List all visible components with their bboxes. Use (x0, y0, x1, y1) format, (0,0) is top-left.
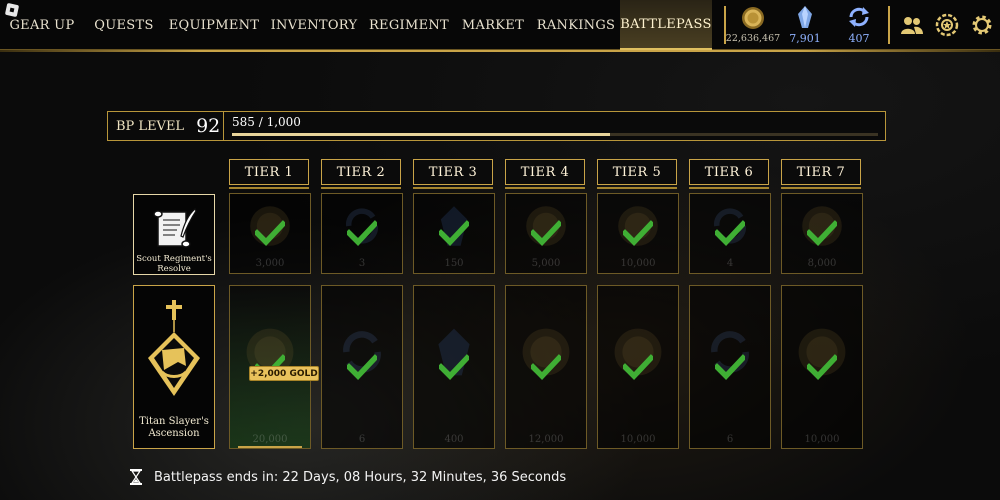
reward-amount: 6 (726, 434, 734, 445)
claimed-check-icon (621, 354, 655, 380)
tier-header-1: TIER 1 (229, 159, 309, 189)
top-separator (888, 6, 890, 44)
tier-header-5: TIER 5 (597, 159, 677, 189)
bp-progress-fill (232, 133, 610, 136)
premium-reward-tier-4[interactable]: 12,000 (505, 285, 587, 449)
selected-underline (238, 446, 302, 448)
battlepass-timer-text: Battlepass ends in: 22 Days, 08 Hours, 3… (154, 469, 567, 485)
gold-currency: 22,636,467 (725, 0, 781, 50)
tier-header-4: TIER 4 (505, 159, 585, 189)
reward-amount: 3 (358, 258, 366, 269)
reward-amount: 150 (444, 258, 464, 269)
spin-amount: 407 (848, 32, 870, 45)
free-reward-tier-2[interactable]: 3 (321, 193, 403, 274)
reward-amount: 12,000 (528, 434, 564, 445)
free-reward-tier-3[interactable]: 150 (413, 193, 495, 274)
nav-quests[interactable]: QUESTS (84, 0, 164, 50)
claimed-check-icon (345, 220, 379, 246)
crystal-icon (798, 6, 812, 28)
top-bar: GEAR UP QUESTS EQUIPMENT INVENTORY REGIM… (0, 0, 1000, 52)
claimed-check-icon (713, 354, 747, 380)
free-reward-tier-4[interactable]: 5,000 (505, 193, 587, 274)
bp-level-bar: BP LEVEL 92 585 / 1,000 (107, 111, 886, 141)
friends-icon[interactable] (900, 13, 924, 37)
nav-market[interactable]: MARKET (454, 0, 532, 50)
claimed-check-icon (345, 354, 379, 380)
claimed-check-icon (529, 220, 563, 246)
bp-level-label: BP LEVEL 92 (108, 112, 224, 140)
nav-inventory[interactable]: INVENTORY (264, 0, 364, 50)
free-track-title: Scout Regiment's Resolve (136, 254, 212, 274)
free-reward-tier-5[interactable]: 10,000 (597, 193, 679, 274)
tier-header-3: TIER 3 (413, 159, 493, 189)
premium-reward-tier-6[interactable]: 6 (689, 285, 771, 449)
nav-battlepass[interactable]: BATTLEPASS (620, 0, 712, 50)
bp-progress-text: 585 / 1,000 (232, 115, 301, 129)
gold-coin-icon (742, 7, 764, 29)
bp-level-title: BP LEVEL (116, 118, 185, 134)
reward-amount: 8,000 (807, 258, 837, 269)
bp-level-number: 92 (196, 115, 221, 137)
hourglass-icon (130, 469, 142, 485)
battlepass-timer: Battlepass ends in: 22 Days, 08 Hours, 3… (130, 469, 566, 485)
premium-reward-tier-3[interactable]: 400 (413, 285, 495, 449)
tier-header-2: TIER 2 (321, 159, 401, 189)
gold-amount: 22,636,467 (725, 33, 781, 44)
nav-equipment[interactable]: EQUIPMENT (164, 0, 264, 50)
nav-regiment[interactable]: REGIMENT (364, 0, 454, 50)
claimed-check-icon (529, 354, 563, 380)
crystal-amount: 7,901 (789, 32, 821, 45)
tier-header-6: TIER 6 (689, 159, 769, 189)
claimed-check-icon (437, 354, 471, 380)
gold-reward-popup: +2,000 GOLD (249, 366, 319, 381)
free-track-label: Scout Regiment's Resolve (133, 194, 215, 275)
reward-amount: 10,000 (804, 434, 840, 445)
premium-reward-tier-5[interactable]: 10,000 (597, 285, 679, 449)
reward-amount: 400 (444, 434, 464, 445)
free-reward-tier-1[interactable]: 3,000 (229, 193, 311, 274)
claimed-check-icon (805, 354, 839, 380)
main-nav: GEAR UP QUESTS EQUIPMENT INVENTORY REGIM… (0, 0, 712, 50)
free-reward-tier-6[interactable]: 4 (689, 193, 771, 274)
reward-amount: 6 (358, 434, 366, 445)
reward-amount: 10,000 (620, 434, 656, 445)
claimed-check-icon (805, 220, 839, 246)
reward-amount: 5,000 (531, 258, 561, 269)
premium-reward-tier-7[interactable]: 10,000 (781, 285, 863, 449)
tier-header-7: TIER 7 (781, 159, 861, 189)
settings-icon[interactable] (970, 13, 994, 37)
reward-amount: 10,000 (620, 258, 656, 269)
nav-gear-up[interactable]: GEAR UP (0, 0, 84, 50)
reward-amount: 3,000 (255, 258, 285, 269)
premium-crest-icon (148, 300, 200, 396)
crystal-currency: 7,901 (782, 0, 828, 50)
premium-track-title: Titan Slayer's Ascension (139, 416, 209, 439)
top-bar-divider (0, 50, 1000, 52)
spin-icon (849, 7, 869, 27)
claimed-check-icon (253, 220, 287, 246)
scroll-quill-icon (153, 208, 197, 248)
premium-track-label: Titan Slayer's Ascension (133, 285, 215, 449)
reward-amount: 4 (726, 258, 734, 269)
claimed-check-icon (713, 220, 747, 246)
reward-amount: 20,000 (252, 434, 288, 445)
bp-progress-track (232, 133, 878, 136)
claimed-check-icon (437, 220, 471, 246)
free-reward-tier-7[interactable]: 8,000 (781, 193, 863, 274)
spin-currency: 407 (836, 0, 882, 50)
claimed-check-icon (621, 220, 655, 246)
regiment-badge-icon[interactable] (935, 13, 959, 37)
premium-reward-tier-2[interactable]: 6 (321, 285, 403, 449)
nav-rankings[interactable]: RANKINGS (532, 0, 620, 50)
